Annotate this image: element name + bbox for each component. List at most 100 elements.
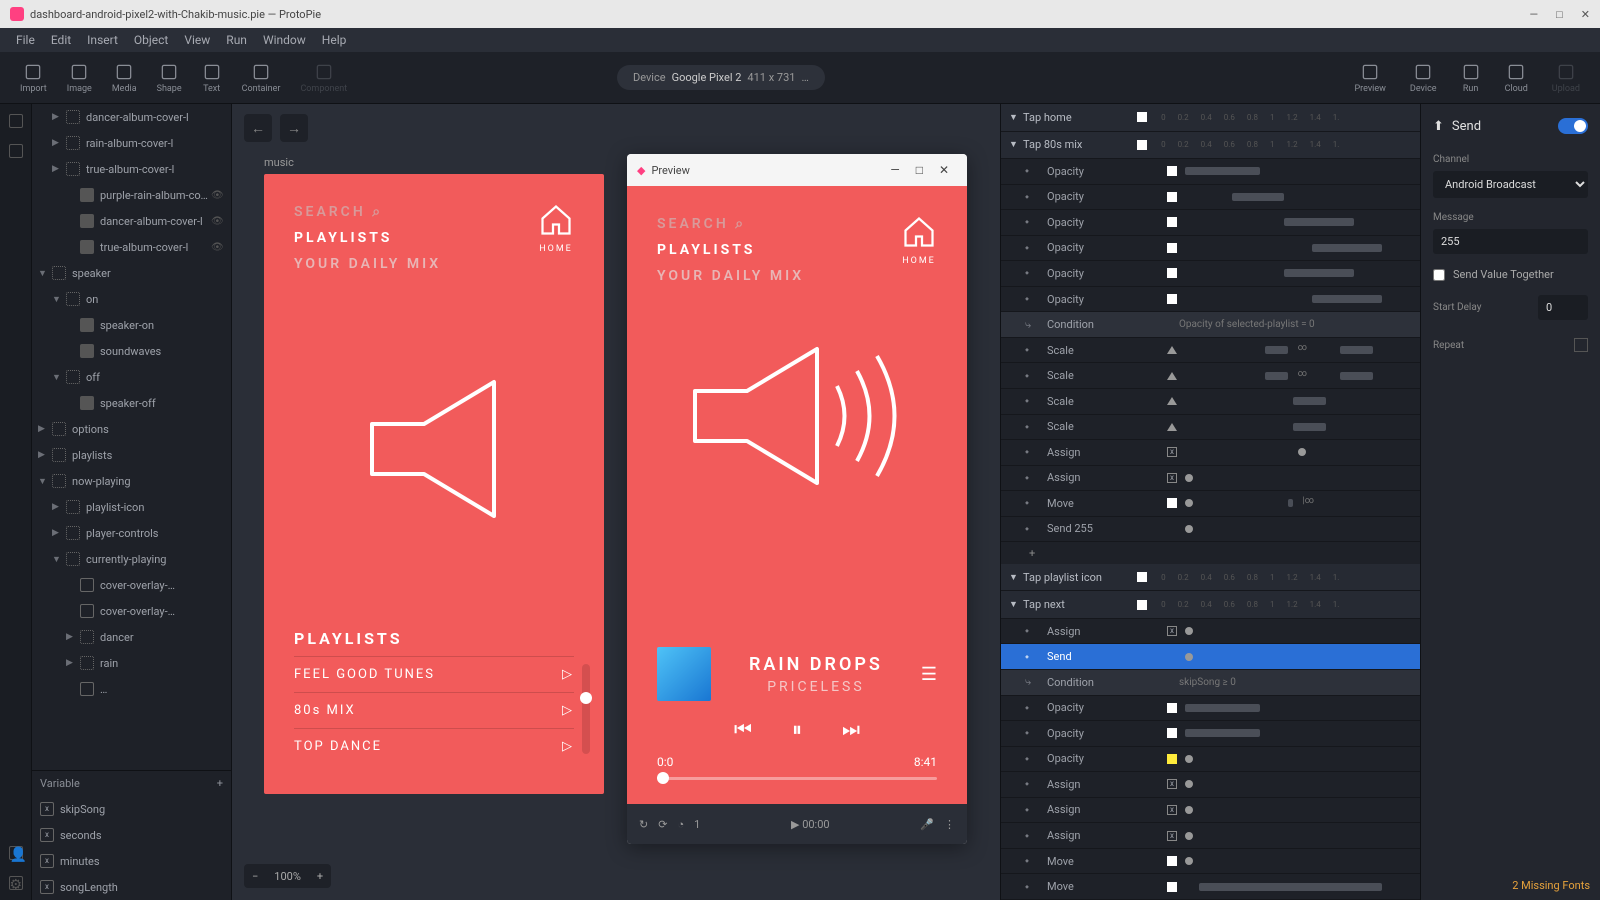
shape-tool[interactable]: Shape — [147, 58, 192, 98]
response-scale[interactable]: ⬩Scale∞ — [1001, 363, 1420, 389]
menu-insert[interactable]: Insert — [79, 33, 126, 47]
enabled-toggle[interactable] — [1558, 118, 1588, 134]
variable-seconds[interactable]: xseconds — [32, 822, 231, 848]
trigger-tap-80s-mix[interactable]: ▼Tap 80s mix00.20.40.60.811.21.41. — [1001, 132, 1420, 160]
layer-speaker[interactable]: ▼speaker — [32, 260, 231, 286]
zoom-in[interactable]: + — [309, 870, 331, 883]
layer-off[interactable]: ▼off — [32, 364, 231, 390]
font-warning[interactable]: 2 Missing Fonts — [1512, 879, 1590, 892]
image-tool[interactable]: Image — [57, 58, 102, 98]
minimize-button[interactable]: — — [1530, 8, 1539, 21]
layer-true-album-cover-l[interactable]: ▶true-album-cover-l — [32, 156, 231, 182]
layer-now-playing[interactable]: ▼now-playing — [32, 468, 231, 494]
variable-skipSong[interactable]: xskipSong — [32, 796, 231, 822]
next-button[interactable]: ⏭ — [842, 717, 860, 741]
layer-dancer-album-cover-l[interactable]: ▶dancer-album-cover-l — [32, 104, 231, 130]
menu-window[interactable]: Window — [255, 33, 314, 47]
response-move[interactable]: ⬩Move — [1001, 874, 1420, 900]
device-selector[interactable]: Device Google Pixel 2 411 x 731 … — [617, 65, 825, 90]
layer-rain-album-cover-l[interactable]: ▶rain-album-cover-l — [32, 130, 231, 156]
layer-speaker-off[interactable]: speaker-off — [32, 390, 231, 416]
response-opacity[interactable]: ⬩Opacity — [1001, 236, 1420, 262]
prev-button[interactable]: ⏮ — [734, 717, 752, 741]
message-input[interactable] — [1433, 229, 1588, 254]
artboard[interactable]: SEARCH PLAYLISTS YOUR DAILY MIX HOME PLA… — [264, 174, 604, 794]
run-tool[interactable]: Run — [1451, 58, 1491, 98]
menu-run[interactable]: Run — [218, 33, 255, 47]
variable-songLength[interactable]: xsongLength — [32, 874, 231, 900]
response-scale[interactable]: ⬩Scale — [1001, 389, 1420, 415]
response-assign[interactable]: ⬩Assignx — [1001, 798, 1420, 824]
zoom-out[interactable]: − — [244, 870, 266, 883]
playlist-menu-icon[interactable]: ☰ — [921, 664, 937, 685]
start-delay-input[interactable] — [1538, 295, 1588, 320]
rail-scenes-icon[interactable] — [9, 114, 23, 128]
mic-icon[interactable]: 🎤 — [920, 818, 934, 831]
response-opacity[interactable]: ⬩Opacity — [1001, 721, 1420, 747]
response-opacity[interactable]: ⬩Opacity — [1001, 696, 1420, 722]
menu-help[interactable]: Help — [314, 33, 355, 47]
more-icon[interactable]: ⋮ — [944, 818, 955, 831]
cloud-tool[interactable]: Cloud — [1495, 58, 1538, 98]
variable-minutes[interactable]: xminutes — [32, 848, 231, 874]
layer-options[interactable]: ▶options — [32, 416, 231, 442]
layer-soundwaves[interactable]: soundwaves — [32, 338, 231, 364]
reload-icon[interactable]: ⟳ — [658, 818, 667, 831]
settings-icon[interactable]: ⚙ — [9, 876, 23, 890]
close-button[interactable]: ✕ — [1581, 8, 1590, 21]
menu-object[interactable]: Object — [126, 33, 176, 47]
device-tool[interactable]: Device — [1400, 58, 1447, 98]
trigger-tap-home[interactable]: ▼Tap home00.20.40.60.811.21.41. — [1001, 104, 1420, 132]
layer-playlist-icon[interactable]: ▶playlist-icon — [32, 494, 231, 520]
layer-cover-overlay-…[interactable]: cover-overlay-… — [32, 572, 231, 598]
response-opacity[interactable]: ⬩Opacity — [1001, 159, 1420, 185]
response-move[interactable]: ⬩Move|∞ — [1001, 491, 1420, 517]
layer-speaker-on[interactable]: speaker-on — [32, 312, 231, 338]
response-assign[interactable]: ⬩Assignx — [1001, 466, 1420, 492]
preview-minimize[interactable]: — — [882, 163, 907, 177]
media-tool[interactable]: Media — [102, 58, 147, 98]
response-scale[interactable]: ⬩Scale — [1001, 415, 1420, 441]
container-tool[interactable]: Container — [232, 58, 291, 98]
response-assign[interactable]: ⬩Assignx — [1001, 440, 1420, 466]
response-condition[interactable]: ⤷ConditionskipSong ≥ 0 — [1001, 670, 1420, 696]
add-variable-button[interactable]: + — [217, 777, 223, 790]
layer-player-controls[interactable]: ▶player-controls — [32, 520, 231, 546]
layer-purple-rain-album-cove…[interactable]: purple-rain-album-cove…👁 — [32, 182, 231, 208]
layer-cover-overlay-…[interactable]: cover-overlay-… — [32, 598, 231, 624]
response-opacity[interactable]: ⬩Opacity — [1001, 287, 1420, 313]
response-scale[interactable]: ⬩Scale∞ — [1001, 338, 1420, 364]
layer-rain[interactable]: ▶rain — [32, 650, 231, 676]
layer-on[interactable]: ▼on — [32, 286, 231, 312]
playlist-item[interactable]: 80s MIX▷ — [294, 692, 574, 728]
playlist-item[interactable]: TOP DANCE▷ — [294, 728, 574, 764]
forward-button[interactable]: → — [280, 114, 308, 142]
maximize-button[interactable]: □ — [1556, 8, 1563, 21]
menu-file[interactable]: File — [8, 33, 43, 47]
layer-dancer-album-cover-l[interactable]: dancer-album-cover-l👁 — [32, 208, 231, 234]
menu-view[interactable]: View — [176, 33, 218, 47]
play-icon[interactable]: ▶ — [791, 818, 799, 831]
pause-button[interactable]: ⏸ — [792, 717, 802, 741]
restart-icon[interactable]: ↻ — [639, 818, 648, 831]
response-assign[interactable]: ⬩Assignx — [1001, 823, 1420, 849]
rail-components-icon[interactable] — [9, 144, 23, 158]
response-opacity[interactable]: ⬩Opacity — [1001, 261, 1420, 287]
layer-true-album-cover-l[interactable]: true-album-cover-l👁 — [32, 234, 231, 260]
preview-tool[interactable]: Preview — [1344, 58, 1395, 98]
add-response[interactable]: + — [1001, 542, 1420, 564]
response-assign[interactable]: ⬩Assignx — [1001, 619, 1420, 645]
response-opacity[interactable]: ⬩Opacity — [1001, 185, 1420, 211]
response-opacity[interactable]: ⬩Opacity — [1001, 210, 1420, 236]
response-send[interactable]: ⬩Send — [1001, 644, 1420, 670]
progress-track[interactable] — [657, 777, 937, 780]
playlist-item[interactable]: FEEL GOOD TUNES▷ — [294, 656, 574, 692]
user-icon[interactable]: 👤 — [9, 846, 23, 860]
response-assign[interactable]: ⬩Assignx — [1001, 772, 1420, 798]
text-tool[interactable]: Text — [192, 58, 232, 98]
back-button[interactable]: ← — [244, 114, 272, 142]
layer-…[interactable]: … — [32, 676, 231, 702]
layer-dancer[interactable]: ▶dancer — [32, 624, 231, 650]
response-condition[interactable]: ⤷ConditionOpacity of selected-playlist =… — [1001, 312, 1420, 338]
channel-select[interactable]: Android Broadcast — [1433, 171, 1588, 198]
